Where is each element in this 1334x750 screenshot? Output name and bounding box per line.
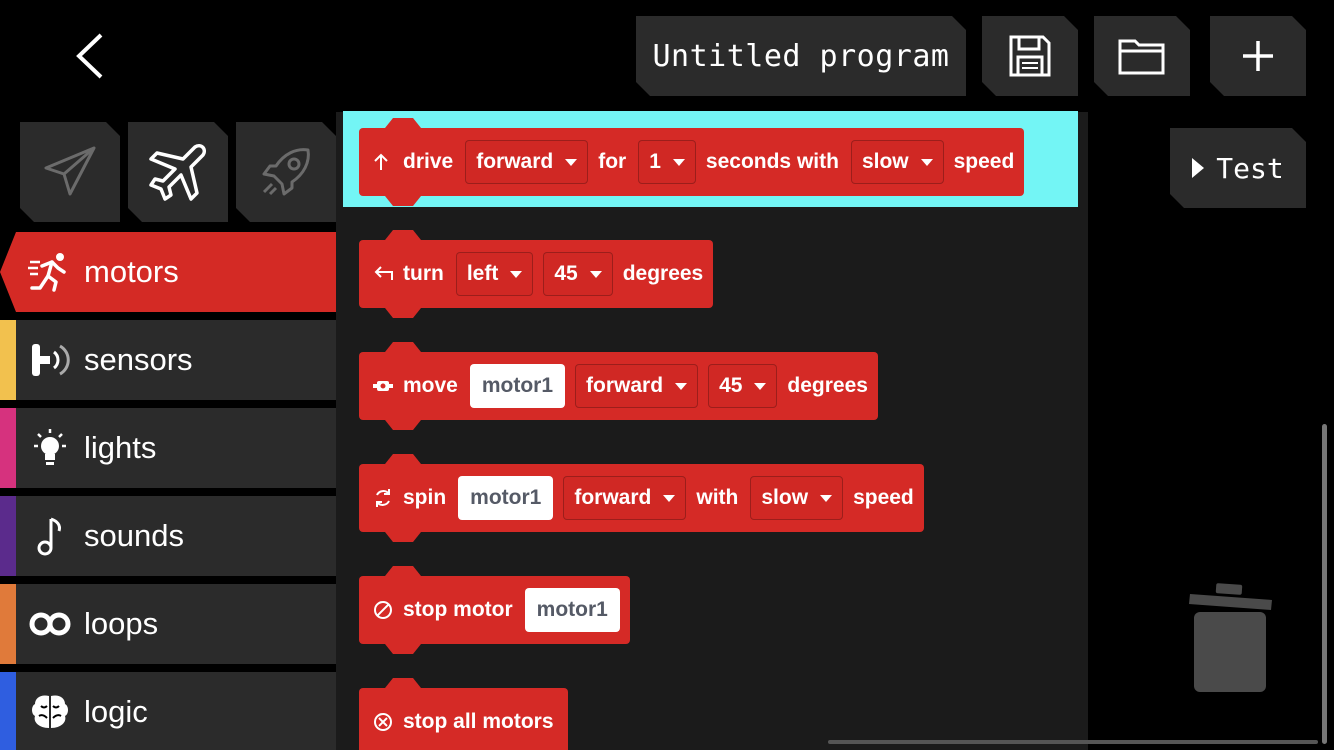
category-label: lights [84,430,157,465]
caret-down-icon [754,382,767,390]
category-loops[interactable]: loops [0,584,336,664]
cancel-circle-icon [373,712,403,732]
block-word: degrees [622,262,704,285]
block-word: degrees [787,374,868,397]
stop-motor-block[interactable]: stop motor motor1 [359,576,630,644]
plus-icon [1241,39,1275,73]
brain-icon [16,692,84,732]
field-value: motor1 [536,598,608,621]
category-label: sensors [84,342,193,377]
caret-down-icon [663,494,676,502]
dropdown-value: slow [861,150,909,173]
direction-dropdown[interactable]: forward [563,476,687,520]
running-person-icon [16,252,84,292]
direction-dropdown[interactable]: left [455,252,534,296]
arrow-left-turn-icon [373,266,403,282]
caret-down-icon [672,158,685,166]
motor-field[interactable]: motor1 [458,476,554,520]
motor-icon [373,378,403,394]
category-label: motors [84,254,179,289]
direction-dropdown[interactable]: forward [465,140,589,184]
move-block[interactable]: move motor1 forward 45 degrees [359,352,878,420]
loop-icon [16,609,84,639]
caret-down-icon [675,382,688,390]
motor-field[interactable]: motor1 [469,364,566,408]
category-label: logic [84,694,148,729]
rocket-icon [258,144,314,200]
save-button[interactable] [982,16,1078,96]
block-word: speed [953,150,1015,173]
new-program-button[interactable] [1210,16,1306,96]
turn-block[interactable]: turn left 45 degrees [359,240,714,308]
category-motors[interactable]: motors [0,232,336,312]
stop-all-motors-block[interactable]: stop all motors [359,688,568,750]
speed-dropdown[interactable]: slow [850,140,944,184]
block-verb: stop all motors [403,710,554,733]
caret-down-icon [510,270,523,278]
dropdown-value: 1 [649,150,661,173]
category-sounds[interactable]: sounds [0,496,336,576]
back-button[interactable] [60,28,120,84]
horizontal-scrollbar[interactable] [828,740,1318,744]
dropdown-value: slow [761,486,809,509]
category-lights[interactable]: lights [0,408,336,488]
degrees-dropdown[interactable]: 45 [543,252,613,296]
motor-field[interactable]: motor1 [524,588,620,632]
dropdown-value: 45 [719,374,743,397]
caret-down-icon [920,158,933,166]
block-verb: stop motor [403,598,513,621]
caret-down-icon [820,494,833,502]
field-value: motor1 [470,486,542,509]
chevron-left-icon [76,33,103,79]
duration-dropdown[interactable]: 1 [638,140,696,184]
dropdown-value: forward [586,374,664,397]
block-word: seconds with [705,150,839,173]
play-icon [1192,158,1204,178]
category-label: sounds [84,518,184,553]
spin-block[interactable]: spin motor1 forward with slow speed [359,464,924,532]
category-logic[interactable]: logic [0,672,336,750]
vertical-scrollbar[interactable] [1322,424,1327,744]
arrow-up-icon [373,153,403,171]
spin-arrows-icon [373,488,403,508]
category-sensors[interactable]: sensors [0,320,336,400]
block-flyout [336,112,1088,750]
category-label: loops [84,606,159,641]
test-label: Test [1216,151,1284,185]
stop-circle-icon [373,600,403,620]
caret-down-icon [589,270,602,278]
caret-down-icon [565,158,578,166]
dropdown-value: forward [476,150,554,173]
paper-plane-icon [42,144,98,200]
folder-icon [1117,35,1167,77]
open-folder-button[interactable] [1094,16,1190,96]
airplane-icon [147,141,209,203]
block-word: for [598,150,627,173]
field-value: motor1 [481,374,554,397]
block-word: speed [853,486,914,509]
degrees-dropdown[interactable]: 45 [708,364,778,408]
robot-tab-paper-plane[interactable] [20,122,120,222]
program-title-button[interactable]: Untitled program [636,16,966,96]
direction-dropdown[interactable]: forward [575,364,699,408]
dropdown-value: left [466,262,499,285]
program-title: Untitled program [652,38,950,74]
dropdown-value: 45 [554,262,578,285]
light-bulb-icon [16,428,84,468]
robot-tab-rocket[interactable] [236,122,336,222]
block-verb: drive [403,150,454,173]
speed-dropdown[interactable]: slow [750,476,844,520]
dropdown-value: forward [574,486,652,509]
drive-block[interactable]: drive forward for 1 seconds with slow sp… [359,128,1025,196]
block-verb: turn [403,262,444,285]
music-note-icon [16,515,84,557]
block-word: with [696,486,739,509]
sensor-icon [16,340,84,380]
block-verb: move [403,374,458,397]
trash-can-icon[interactable] [1186,580,1276,696]
block-verb: spin [403,486,447,509]
test-button[interactable]: Test [1170,128,1306,208]
save-icon [1007,33,1053,79]
robot-tab-airplane[interactable] [128,122,228,222]
